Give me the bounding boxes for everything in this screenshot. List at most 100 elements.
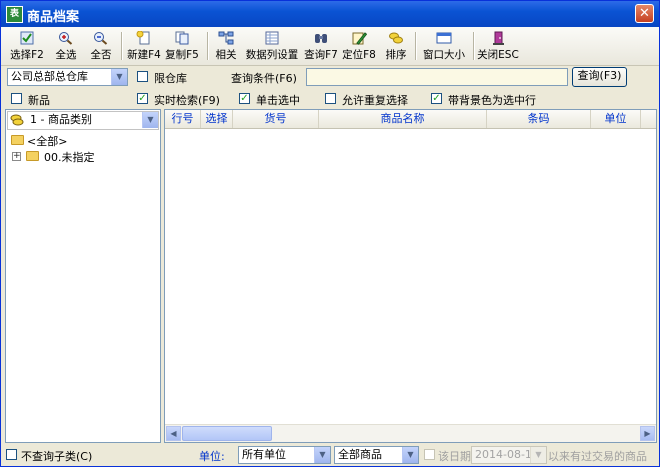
copy-label: 复制F5 [165,49,199,61]
category-type-value: 1 - 商品类别 [30,113,92,126]
column-header-select[interactable]: 选择 [201,110,233,128]
toolbar-separator [473,32,475,60]
unit-select[interactable]: 所有单位 ▼ [238,446,331,464]
copy-button[interactable]: 复制F5 [164,29,200,63]
toolbar: 选择F2 全选 全否 新建F4 复制F5 相关 数据列设置 查询F7 定位F8 … [1,27,659,66]
zoom-in-icon [59,32,73,45]
warehouse-select[interactable]: 公司总部总仓库 ▼ [7,68,128,86]
realtime-search-checkbox[interactable]: ✓ [137,93,148,104]
related-label: 相关 [215,49,237,61]
column-settings-icon [265,31,279,45]
locate-button[interactable]: 定位F8 [341,29,377,63]
date-filter-label: 该日期 [438,450,471,463]
new-goods-checkbox[interactable] [11,93,22,104]
column-header-barcode[interactable]: 条码 [487,110,591,128]
unit-value: 所有单位 [242,448,286,461]
column-header-unit[interactable]: 单位 [591,110,641,128]
close-esc-label: 关闭ESC [477,49,519,61]
sort-button[interactable]: 排序 [382,29,410,63]
category-pane: 1 - 商品类别 ▼ <全部> + 00.未指定 [5,109,161,443]
status-bar: 不查询子类(C) 单位: 所有单位 ▼ 全部商品 ▼ 该日期 2014-08-1… [1,443,659,466]
highlight-row-checkbox[interactable]: ✓ [431,93,442,104]
unit-label: 单位: [199,450,225,463]
coins-icon [10,114,24,126]
chevron-down-icon[interactable]: ▼ [314,447,330,463]
new-button[interactable]: 新建F4 [126,29,162,63]
traded-since-label: 以来有过交易的商品 [548,450,647,463]
scroll-left-icon[interactable]: ◀ [166,426,181,441]
date-filter-checkbox[interactable] [424,449,435,460]
allow-repeat-checkbox[interactable] [325,93,336,104]
checklist-icon [20,31,34,45]
select-button[interactable]: 选择F2 [9,29,45,63]
relation-tree-icon [218,31,234,45]
expand-plus-icon[interactable]: + [12,152,21,161]
toolbar-separator [207,32,209,60]
locate-label: 定位F8 [342,49,376,61]
new-document-icon [136,31,150,45]
limit-warehouse-label: 限仓库 [154,72,187,85]
chevron-down-icon[interactable]: ▼ [530,447,546,463]
select-all-label: 全选 [55,49,77,61]
no-subcategory-checkbox[interactable] [6,449,17,460]
window-size-button[interactable]: 窗口大小 [420,29,468,63]
date-picker[interactable]: 2014-08-11 ▼ [471,446,547,464]
related-button[interactable]: 相关 [212,29,240,63]
column-settings-button[interactable]: 数据列设置 [244,29,300,63]
select-none-label: 全否 [90,49,112,61]
category-type-select[interactable]: 1 - 商品类别 ▼ [7,111,159,130]
sort-label: 排序 [385,49,407,61]
query-condition-label: 查询条件(F6) [231,72,297,85]
folder-icon [26,151,39,161]
single-click-label: 单击选中 [256,94,300,107]
chevron-down-icon[interactable]: ▼ [111,69,127,85]
title-bar[interactable]: 表 商品档案 ✕ [1,1,659,27]
select-none-button[interactable]: 全否 [87,29,115,63]
column-header-item-number[interactable]: 货号 [233,110,319,128]
sort-coins-icon [389,32,403,44]
copy-icon [175,31,189,45]
tree-node-label: <全部> [27,135,68,148]
no-subcategory-label: 不查询子类(C) [21,450,93,463]
query-button[interactable]: 查询(F3) [572,67,627,87]
goods-grid: 行号 选择 货号 商品名称 条码 单位 ◀ ▶ [164,109,657,443]
chevron-down-icon[interactable]: ▼ [402,447,418,463]
close-esc-button[interactable]: 关闭ESC [477,29,519,63]
column-header-row-number[interactable]: 行号 [165,110,201,128]
query-condition-input[interactable] [306,68,568,86]
column-header-product-name[interactable]: 商品名称 [319,110,487,128]
new-goods-label: 新品 [28,94,50,107]
tree-node-all[interactable]: <全部> [6,132,160,148]
warehouse-value: 公司总部总仓库 [11,70,88,83]
locate-pencil-icon [352,32,367,45]
select-all-button[interactable]: 全选 [52,29,80,63]
filter-panel: 公司总部总仓库 ▼ 限仓库 查询条件(F6) 查询(F3) 新品 ✓ 实时检索(… [1,65,659,109]
query-button-toolbar[interactable]: 查询F7 [303,29,339,63]
scroll-right-icon[interactable]: ▶ [640,426,655,441]
limit-warehouse-checkbox[interactable] [137,71,148,82]
close-window-button[interactable]: ✕ [635,4,654,23]
grid-header: 行号 选择 货号 商品名称 条码 单位 [165,110,656,129]
zoom-out-icon [94,32,108,45]
toolbar-separator [415,32,417,60]
select-label: 选择F2 [10,49,44,61]
window-size-icon [436,32,452,44]
chevron-down-icon[interactable]: ▼ [142,112,158,128]
single-click-checkbox[interactable]: ✓ [239,93,250,104]
goods-scope-value: 全部商品 [338,448,382,461]
query-label: 查询F7 [304,49,338,61]
window-size-label: 窗口大小 [423,49,465,61]
tree-node-unassigned[interactable]: + 00.未指定 [6,148,160,164]
toolbar-separator [121,32,123,60]
tree-node-label: 00.未指定 [44,151,95,164]
folder-open-icon [11,135,24,145]
highlight-row-label: 带背景色为选中行 [448,94,536,107]
horizontal-scrollbar[interactable]: ◀ ▶ [165,424,656,442]
scroll-thumb[interactable] [182,426,272,441]
binoculars-icon [315,34,327,43]
realtime-search-label: 实时检索(F9) [154,94,220,107]
window-title: 商品档案 [27,10,80,25]
goods-scope-select[interactable]: 全部商品 ▼ [334,446,419,464]
close-door-icon [493,31,504,45]
allow-repeat-label: 允许重复选择 [342,94,408,107]
